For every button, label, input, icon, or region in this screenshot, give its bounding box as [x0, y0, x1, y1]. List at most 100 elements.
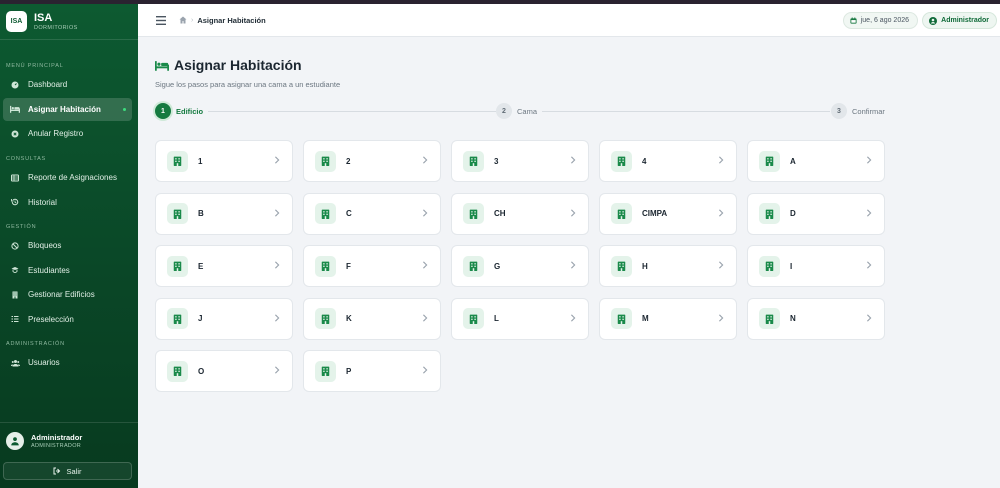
building-name: 2: [346, 156, 351, 166]
building-card-i[interactable]: I: [747, 245, 885, 287]
user-circle-icon: [929, 16, 938, 25]
building-card-2[interactable]: 2: [303, 140, 441, 182]
building-card-e[interactable]: E: [155, 245, 293, 287]
building-icon: [167, 360, 188, 382]
building-name: 1: [198, 156, 203, 166]
building-card-n[interactable]: N: [747, 297, 885, 340]
sidebar-section-consultas: CONSULTAS Reporte de Asignaciones Historia…: [0, 154, 138, 215]
sidebar-section-label: GESTIÓN: [6, 224, 37, 230]
chevron-right-icon: [866, 313, 872, 322]
chevron-right-icon: [422, 261, 428, 269]
sidebar-item-label: Estudiantes: [28, 265, 70, 275]
date-badge: jue, 6 ago 2026: [842, 12, 918, 29]
building-card-4[interactable]: 4: [599, 140, 737, 182]
building-card-1[interactable]: 1: [155, 140, 293, 182]
menu-toggle-button[interactable]: [156, 15, 166, 25]
chevron-right-icon: [274, 261, 280, 269]
building-card-l[interactable]: L: [451, 297, 589, 340]
building-name: A: [790, 156, 796, 166]
brand-subtitle: DORMITORIOS: [34, 24, 78, 31]
sidebar-item-dashboard[interactable]: Dashboard: [3, 73, 132, 96]
sidebar-item-gestionar-edificios[interactable]: Gestionar Edificios: [3, 283, 132, 306]
sidebar-section-gestion: GESTIÓN Bloqueos Estudiantes Gestionar Edif…: [0, 222, 138, 332]
chevron-right-icon: [274, 366, 280, 374]
sidebar-item-estudiantes[interactable]: Estudiantes: [3, 259, 132, 282]
chevron-right-icon: [718, 156, 724, 164]
chevron-right-icon: [422, 208, 428, 217]
chevron-right-icon: [718, 208, 724, 217]
building-card-p[interactable]: P: [303, 350, 441, 392]
building-name: L: [494, 314, 499, 323]
building-icon: [611, 308, 632, 329]
building-card-m[interactable]: M: [599, 297, 737, 340]
bed-icon: [155, 60, 169, 71]
building-card-a[interactable]: A: [747, 140, 885, 182]
building-icon: [167, 255, 188, 277]
chevron-right-icon: [570, 261, 576, 269]
building-icon: [315, 203, 336, 224]
step-label: Cama: [517, 106, 538, 116]
chevron-right-icon: [570, 156, 576, 164]
avatar: [6, 431, 24, 450]
sidebar: ISA ISA DORMITORIOS MENÚ PRINCIPAL Dashbo…: [0, 4, 138, 488]
building-icon: [167, 308, 188, 329]
sidebar-section-administracion: ADMINISTRACIÓN Usuarios: [0, 339, 138, 376]
chevron-right-icon: [570, 313, 576, 322]
ban-icon: [9, 241, 21, 250]
building-card-d[interactable]: D: [747, 192, 885, 235]
logout-button[interactable]: Salir: [3, 462, 132, 480]
building-name: 4: [642, 156, 647, 166]
building-icon: [167, 150, 188, 172]
step-label: Confirmar: [852, 106, 885, 116]
step-number: 1: [155, 103, 171, 119]
building-card-c[interactable]: C: [303, 192, 441, 235]
building-card-f[interactable]: F: [303, 245, 441, 287]
building-card-k[interactable]: K: [303, 297, 441, 340]
user-profile: Administrador ADMINISTRADOR: [0, 422, 138, 458]
building-card-3[interactable]: 3: [451, 140, 589, 182]
building-icon: [463, 203, 484, 224]
building-card-ch[interactable]: CH: [451, 192, 589, 235]
building-icon: [315, 150, 336, 172]
building-card-cimpa[interactable]: CIMPA: [599, 192, 737, 235]
building-icon: [611, 203, 632, 224]
x-circle-icon: [9, 130, 21, 138]
building-icon: [463, 308, 484, 329]
sidebar-item-asignar-habitacion[interactable]: Asignar Habitación: [3, 97, 132, 121]
sidebar-item-reporte-de-asignaciones[interactable]: Reporte de Asignaciones: [3, 166, 132, 189]
building-icon: [463, 255, 484, 277]
building-card-j[interactable]: J: [155, 297, 293, 340]
chevron-right-icon: [422, 366, 428, 374]
sidebar-item-preseleccion[interactable]: Preselección: [3, 308, 132, 331]
list-check-icon: [9, 315, 21, 323]
home-icon: [179, 16, 187, 24]
topbar: › Asignar Habitación jue, 6 ago 2026 Adm…: [138, 4, 1000, 37]
sidebar-item-label: Dashboard: [28, 80, 68, 89]
building-name: CIMPA: [642, 209, 668, 218]
sidebar-section-label: MENÚ PRINCIPAL: [6, 63, 64, 69]
building-card-g[interactable]: G: [451, 245, 589, 287]
chevron-right-icon: [422, 313, 428, 322]
calendar-icon: [850, 17, 857, 24]
sidebar-section-menu-principal: MENÚ PRINCIPAL Dashboard Asignar Habitació…: [0, 61, 138, 147]
building-card-b[interactable]: B: [155, 192, 293, 235]
building-name: E: [198, 261, 204, 271]
hamburger-icon: [156, 15, 166, 25]
sidebar-item-anular-registro[interactable]: Anular Registro: [3, 122, 132, 145]
sidebar-nav: MENÚ PRINCIPAL Dashboard Asignar Habitació…: [0, 40, 138, 367]
stepper-line-2: [520, 111, 830, 112]
user-menu-button[interactable]: Administrador: [922, 12, 997, 29]
breadcrumb-home-link[interactable]: [179, 16, 187, 24]
user-name: Administrador: [31, 432, 83, 442]
page-title: Asignar Habitación: [155, 56, 891, 74]
building-name: CH: [494, 209, 506, 218]
sidebar-item-historial[interactable]: Historial: [3, 191, 132, 214]
step-cama: 2 Cama: [496, 103, 543, 119]
building-name: B: [198, 209, 204, 218]
building-card-h[interactable]: H: [599, 245, 737, 287]
sidebar-item-usuarios[interactable]: Usuarios: [3, 351, 132, 374]
page-content: Asignar Habitación Sigue los pasos para …: [155, 56, 891, 392]
building-card-o[interactable]: O: [155, 350, 293, 392]
sidebar-item-bloqueos[interactable]: Bloqueos: [3, 234, 132, 257]
breadcrumb-current: Asignar Habitación: [197, 15, 266, 25]
